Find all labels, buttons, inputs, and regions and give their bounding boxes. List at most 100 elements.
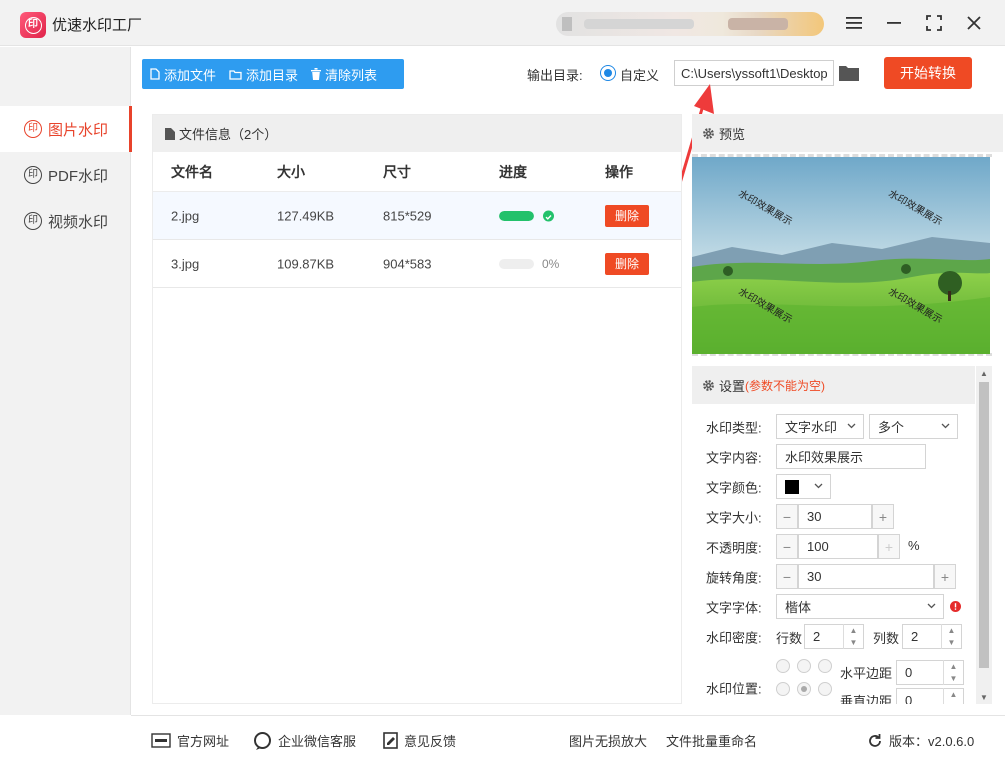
text-size-input[interactable]: 30 xyxy=(798,504,872,529)
increment-button[interactable]: + xyxy=(872,504,894,529)
close-icon[interactable] xyxy=(962,11,986,35)
file-info-title: 文件信息（2个） xyxy=(179,127,278,142)
version-label: 版本：v2.0.6.0 xyxy=(889,734,975,749)
preview-image xyxy=(692,157,990,354)
scrollbar-thumb[interactable] xyxy=(979,382,989,668)
cols-value: 2 xyxy=(911,629,919,644)
text-size-value: 30 xyxy=(807,509,822,524)
seal-icon: 印 xyxy=(24,212,42,230)
chevron-down-icon xyxy=(847,423,856,429)
cols-spinner[interactable]: ▲ ▼ xyxy=(941,624,961,649)
rotate-input[interactable]: 30 xyxy=(798,564,934,589)
menu-icon[interactable] xyxy=(842,11,866,35)
text-color-picker[interactable] xyxy=(776,474,831,499)
position-middle-right[interactable] xyxy=(818,682,832,696)
watermark-count-select[interactable]: 多个 xyxy=(869,414,958,439)
start-convert-button[interactable]: 开始转换 xyxy=(884,57,972,89)
position-middle-left[interactable] xyxy=(776,682,790,696)
h-margin-input[interactable]: 0 ▲ ▼ xyxy=(896,660,964,685)
feedback-link[interactable]: 意见反馈 xyxy=(383,731,456,750)
alert-icon[interactable] xyxy=(950,601,961,612)
font-select[interactable]: 楷体 xyxy=(776,594,944,619)
density-label: 水印密度: xyxy=(706,630,762,646)
sidebar-item-label: PDF水印 xyxy=(48,167,109,185)
rows-spinner[interactable]: ▲ ▼ xyxy=(843,624,863,649)
column-header: 尺寸 xyxy=(383,163,411,180)
sidebar-item-pdf-watermark[interactable]: 印 PDF水印 xyxy=(0,152,131,198)
feedback-label: 意见反馈 xyxy=(404,734,457,749)
browse-folder-icon[interactable] xyxy=(838,63,860,83)
file-toolbar: 添加文件 添加目录 清除列表 xyxy=(142,59,404,89)
minimize-icon[interactable] xyxy=(882,11,906,35)
settings-scrollbar[interactable]: ▲ ▼ xyxy=(976,366,992,704)
progress-percent: 0% xyxy=(542,256,560,271)
file-name: 3.jpg xyxy=(171,256,200,271)
sidebar-item-label: 视频水印 xyxy=(48,213,109,231)
check-icon xyxy=(543,210,554,221)
user-account-area[interactable] xyxy=(556,12,824,36)
website-link[interactable]: 官方网址 xyxy=(151,731,229,750)
scroll-up-icon[interactable]: ▲ xyxy=(976,366,992,380)
font-label: 文字字体: xyxy=(706,600,762,616)
sidebar-item-image-watermark[interactable]: 印 图片水印 xyxy=(0,106,132,152)
h-margin-spinner[interactable]: ▲ ▼ xyxy=(943,660,963,685)
add-directory-label: 添加目录 xyxy=(246,67,299,83)
rows-input[interactable]: 2 ▲ ▼ xyxy=(804,624,864,649)
chevron-down-icon xyxy=(814,483,823,489)
app-logo-icon: 印 xyxy=(20,12,46,38)
position-top-right[interactable] xyxy=(818,659,832,673)
wechat-support-link[interactable]: 企业微信客服 xyxy=(253,731,356,750)
custom-output-radio[interactable] xyxy=(600,65,616,81)
seal-icon: 印 xyxy=(24,120,42,138)
settings-title: 设置 xyxy=(719,378,746,394)
file-name: 2.jpg xyxy=(171,208,200,223)
scroll-down-icon[interactable]: ▼ xyxy=(976,690,992,704)
v-margin-value: 0 xyxy=(905,693,913,704)
watermark-type-row: 水印类型: 文字水印 多个 xyxy=(692,414,975,440)
position-top-center[interactable] xyxy=(797,659,811,673)
decrement-button[interactable]: − xyxy=(776,564,798,589)
preview-header: 预览 xyxy=(692,114,1003,152)
watermark-type-select[interactable]: 文字水印 xyxy=(776,414,864,439)
text-size-label: 文字大小: xyxy=(706,510,762,526)
cols-input[interactable]: 2 ▲ ▼ xyxy=(902,624,962,649)
text-color-row: 文字颜色: xyxy=(692,474,975,500)
preview-image-frame: 水印效果展示 水印效果展示 水印效果展示 水印效果展示 xyxy=(692,154,992,356)
watermark-type-label: 水印类型: xyxy=(706,420,762,436)
maximize-icon[interactable] xyxy=(922,11,946,35)
delete-button[interactable]: 删除 xyxy=(605,204,649,227)
clear-list-button[interactable]: 清除列表 xyxy=(303,59,382,89)
column-header: 大小 xyxy=(277,163,305,180)
website-icon xyxy=(151,733,171,748)
add-file-button[interactable]: 添加文件 xyxy=(142,59,221,89)
column-header: 操作 xyxy=(605,163,633,180)
add-directory-button[interactable]: 添加目录 xyxy=(221,59,303,89)
h-margin-label: 水平边距 xyxy=(840,666,893,681)
file-size: 109.87KB xyxy=(277,256,335,271)
v-margin-spinner[interactable]: ▲▼ xyxy=(943,688,963,704)
table-row[interactable]: 2.jpg 127.49KB 815*529 删除 xyxy=(153,192,681,240)
h-margin-value: 0 xyxy=(905,665,913,680)
batch-rename-link[interactable]: 文件批量重命名 xyxy=(666,731,757,750)
decrement-button[interactable]: − xyxy=(776,504,798,529)
column-header: 文件名 xyxy=(171,163,213,180)
position-top-left[interactable] xyxy=(776,659,790,673)
delete-button[interactable]: 删除 xyxy=(605,252,649,275)
rows-value: 2 xyxy=(813,629,821,644)
sidebar-item-video-watermark[interactable]: 印 视频水印 xyxy=(0,198,131,244)
clear-list-label: 清除列表 xyxy=(325,67,378,83)
table-row[interactable]: 3.jpg 109.87KB 904*583 0% 删除 xyxy=(153,240,681,288)
decrement-button[interactable]: − xyxy=(776,534,798,559)
increment-button[interactable]: + xyxy=(878,534,900,559)
increment-button[interactable]: + xyxy=(934,564,956,589)
gear-icon xyxy=(703,379,714,391)
v-margin-input[interactable]: 0 ▲▼ xyxy=(896,688,964,704)
opacity-input[interactable]: 100 xyxy=(798,534,878,559)
text-content-input[interactable]: 水印效果展示 xyxy=(776,444,926,469)
version-info[interactable]: 版本：v2.0.6.0 xyxy=(867,731,974,750)
custom-output-radio-label[interactable]: 自定义 xyxy=(620,65,659,84)
position-center[interactable] xyxy=(797,682,811,696)
text-color-label: 文字颜色: xyxy=(706,480,762,496)
lossless-enlarge-link[interactable]: 图片无损放大 xyxy=(569,731,647,750)
chevron-down-icon xyxy=(941,423,950,429)
